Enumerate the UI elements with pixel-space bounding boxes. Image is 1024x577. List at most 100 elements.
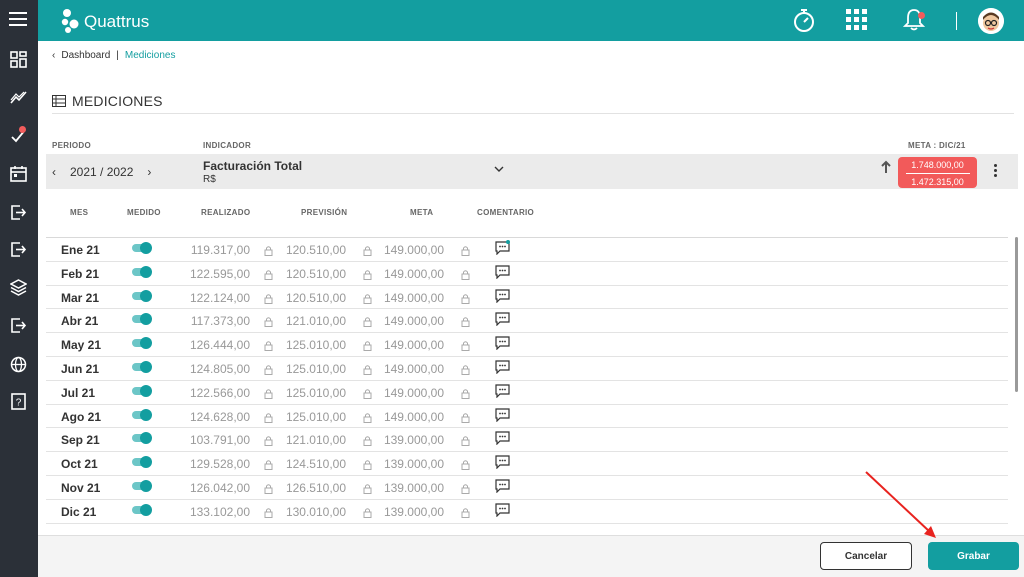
- row-realizado[interactable]: 119.317,00: [170, 243, 250, 257]
- notification-badge: [918, 12, 925, 19]
- period-prev-icon[interactable]: ‹: [52, 165, 56, 179]
- row-meta: 139.000,00: [383, 433, 444, 448]
- comment-icon[interactable]: [495, 336, 510, 351]
- measured-toggle[interactable]: [132, 384, 152, 397]
- lock-icon: [461, 481, 470, 494]
- logout-icon[interactable]: [10, 317, 27, 334]
- col-mes: MES: [70, 208, 89, 217]
- period-next-icon[interactable]: ›: [147, 165, 151, 179]
- calendar-icon[interactable]: [10, 165, 27, 182]
- svg-text:?: ?: [16, 398, 22, 409]
- meta-divider: [905, 173, 970, 174]
- indicator-dropdown-icon[interactable]: [494, 165, 504, 173]
- comment-icon[interactable]: [495, 503, 510, 518]
- lock-icon: [461, 314, 470, 328]
- apps-grid-icon[interactable]: [846, 9, 868, 31]
- row-realizado[interactable]: 122.595,00: [170, 267, 250, 281]
- topbar-divider: [956, 12, 957, 30]
- row-realizado[interactable]: 117.373,00: [170, 314, 250, 328]
- lock-icon: [461, 505, 470, 518]
- exit-icon[interactable]: [10, 241, 27, 258]
- comment-icon[interactable]: [495, 312, 510, 327]
- comment-icon[interactable]: [495, 265, 510, 280]
- row-month: Ago 21: [61, 409, 102, 424]
- cancel-button[interactable]: Cancelar: [820, 542, 912, 570]
- row-month: Jun 21: [61, 361, 100, 376]
- table-row: Nov 21 126.042,00 126.510,00 139.000,00: [46, 476, 1008, 500]
- measured-toggle[interactable]: [132, 503, 152, 516]
- stopwatch-icon[interactable]: [792, 7, 816, 33]
- row-meta: 139.000,00: [383, 504, 444, 519]
- lock-icon: [461, 267, 470, 280]
- trending-icon[interactable]: [10, 89, 27, 106]
- comment-icon[interactable]: [495, 479, 510, 494]
- row-prevision: 130.010,00: [285, 504, 346, 519]
- help-book-icon[interactable]: ?: [10, 393, 27, 410]
- row-realizado[interactable]: 122.566,00: [170, 386, 250, 400]
- list-table-icon: [52, 95, 66, 107]
- row-realizado[interactable]: 124.805,00: [170, 362, 250, 376]
- menu-toggle[interactable]: [0, 0, 38, 41]
- measured-toggle[interactable]: [132, 360, 152, 373]
- row-realizado[interactable]: 122.124,00: [170, 291, 250, 305]
- lock-icon: [461, 362, 470, 375]
- lock-icon: [461, 291, 470, 304]
- measured-toggle[interactable]: [132, 242, 152, 254]
- comment-icon[interactable]: [495, 384, 510, 399]
- row-realizado[interactable]: 103.791,00: [170, 433, 250, 447]
- dashboard-icon[interactable]: [10, 51, 27, 68]
- table-row: Feb 21 122.595,00 120.510,00 149.000,00: [46, 262, 1008, 286]
- user-avatar[interactable]: [978, 8, 1004, 34]
- row-prevision: 120.510,00: [285, 290, 346, 305]
- meta-value-2: 1.472.315,00: [911, 177, 964, 187]
- comment-icon[interactable]: [495, 360, 510, 375]
- row-meta: 139.000,00: [383, 480, 444, 495]
- export-icon[interactable]: [10, 204, 27, 221]
- table-row: Ene 21 119.317,00 120.510,00 149.000,00: [46, 238, 1008, 262]
- measured-toggle[interactable]: [132, 408, 152, 421]
- measured-toggle[interactable]: [132, 337, 152, 350]
- row-meta: 149.000,00: [383, 266, 444, 281]
- row-month: Sep 21: [61, 433, 100, 448]
- measured-toggle[interactable]: [132, 265, 152, 278]
- measured-toggle[interactable]: [132, 456, 152, 469]
- table-row: Jul 21 122.566,00 125.010,00 149.000,00: [46, 381, 1008, 405]
- measured-toggle[interactable]: [132, 479, 152, 492]
- table-row: Sep 21 103.791,00 121.010,00 139.000,00: [46, 428, 1008, 453]
- meta-values-badge: 1.748.000,00 1.472.315,00: [898, 157, 977, 188]
- lock-icon: [461, 433, 470, 447]
- row-realizado[interactable]: 129.528,00: [170, 457, 250, 471]
- row-realizado[interactable]: 133.102,00: [170, 505, 250, 519]
- meta-value-1: 1.748.000,00: [911, 160, 964, 170]
- row-meta: 149.000,00: [383, 409, 444, 424]
- table-row: Abr 21 117.373,00 121.010,00 149.000,00: [46, 309, 1008, 334]
- hamburger-icon[interactable]: [9, 12, 27, 28]
- more-options-icon[interactable]: [994, 164, 997, 179]
- row-realizado[interactable]: 126.042,00: [170, 481, 250, 495]
- meta-label: META : DIC/21: [908, 141, 966, 150]
- comment-icon[interactable]: [495, 431, 510, 446]
- back-chevron-icon[interactable]: ‹: [52, 50, 55, 61]
- row-meta: 149.000,00: [383, 243, 444, 257]
- avatar-icon: [978, 8, 1004, 34]
- row-realizado[interactable]: 124.628,00: [170, 410, 250, 424]
- indicator-name[interactable]: Facturación Total: [203, 159, 302, 173]
- table-row: Jun 21 124.805,00 125.010,00 149.000,00: [46, 357, 1008, 381]
- comment-icon[interactable]: [495, 288, 510, 304]
- globe-icon[interactable]: [10, 356, 27, 373]
- row-realizado[interactable]: 126.444,00: [170, 338, 250, 352]
- comment-indicator-dot: [506, 240, 510, 244]
- save-button[interactable]: Grabar: [928, 542, 1019, 570]
- comment-icon[interactable]: [495, 455, 510, 470]
- comment-icon[interactable]: [495, 407, 510, 423]
- tasks-badge: [19, 126, 26, 133]
- measured-toggle[interactable]: [132, 289, 152, 302]
- table-row: May 21 126.444,00 125.010,00 149.000,00: [46, 333, 1008, 357]
- breadcrumb-dashboard-link[interactable]: Dashboard: [61, 50, 110, 61]
- measured-toggle[interactable]: [132, 313, 152, 326]
- scrollbar[interactable]: [1015, 237, 1018, 392]
- measured-toggle[interactable]: [132, 432, 152, 445]
- layers-icon[interactable]: [10, 279, 27, 296]
- brand-name: Quattrus: [84, 12, 150, 31]
- col-meta: META: [410, 208, 434, 217]
